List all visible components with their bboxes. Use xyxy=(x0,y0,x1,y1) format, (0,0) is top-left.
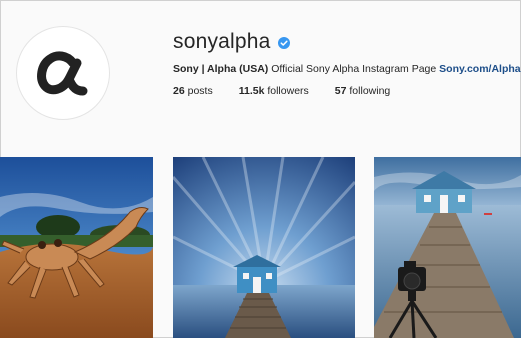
post-thumbnail-camera[interactable] xyxy=(374,157,521,338)
stat-label: posts xyxy=(187,85,213,97)
profile-bio: Sony | Alpha (USA) Official Sony Alpha I… xyxy=(173,63,521,75)
stat-value: 11.5k xyxy=(238,85,265,97)
stat-label: following xyxy=(349,85,391,97)
bio-link[interactable]: Sony.com/Alpha xyxy=(439,63,520,75)
post-thumbnail-boathouse[interactable] xyxy=(173,157,355,338)
profile-stats: 26 posts 11.5k followers 57 following xyxy=(173,85,416,97)
profile-avatar[interactable] xyxy=(16,26,110,120)
camera-pier-photo xyxy=(374,157,521,338)
sony-alpha-logo-icon xyxy=(37,51,88,96)
crab-photo xyxy=(0,157,153,338)
bio-text: Official Sony Alpha Instagram Page xyxy=(271,63,437,75)
username-row: sonyalpha xyxy=(173,29,290,55)
stat-following[interactable]: 57 following xyxy=(335,85,390,97)
post-thumbnail-crab[interactable] xyxy=(0,157,153,338)
stat-value: 57 xyxy=(334,85,347,97)
verified-badge-icon xyxy=(277,36,290,49)
bio-name: Sony | Alpha (USA) xyxy=(173,63,269,75)
stat-posts: 26 posts xyxy=(173,85,213,97)
username: sonyalpha xyxy=(173,30,271,53)
stat-followers[interactable]: 11.5k followers xyxy=(239,85,309,97)
stat-label: followers xyxy=(267,85,309,97)
stat-value: 26 xyxy=(173,85,185,97)
boathouse-photo xyxy=(173,157,355,338)
